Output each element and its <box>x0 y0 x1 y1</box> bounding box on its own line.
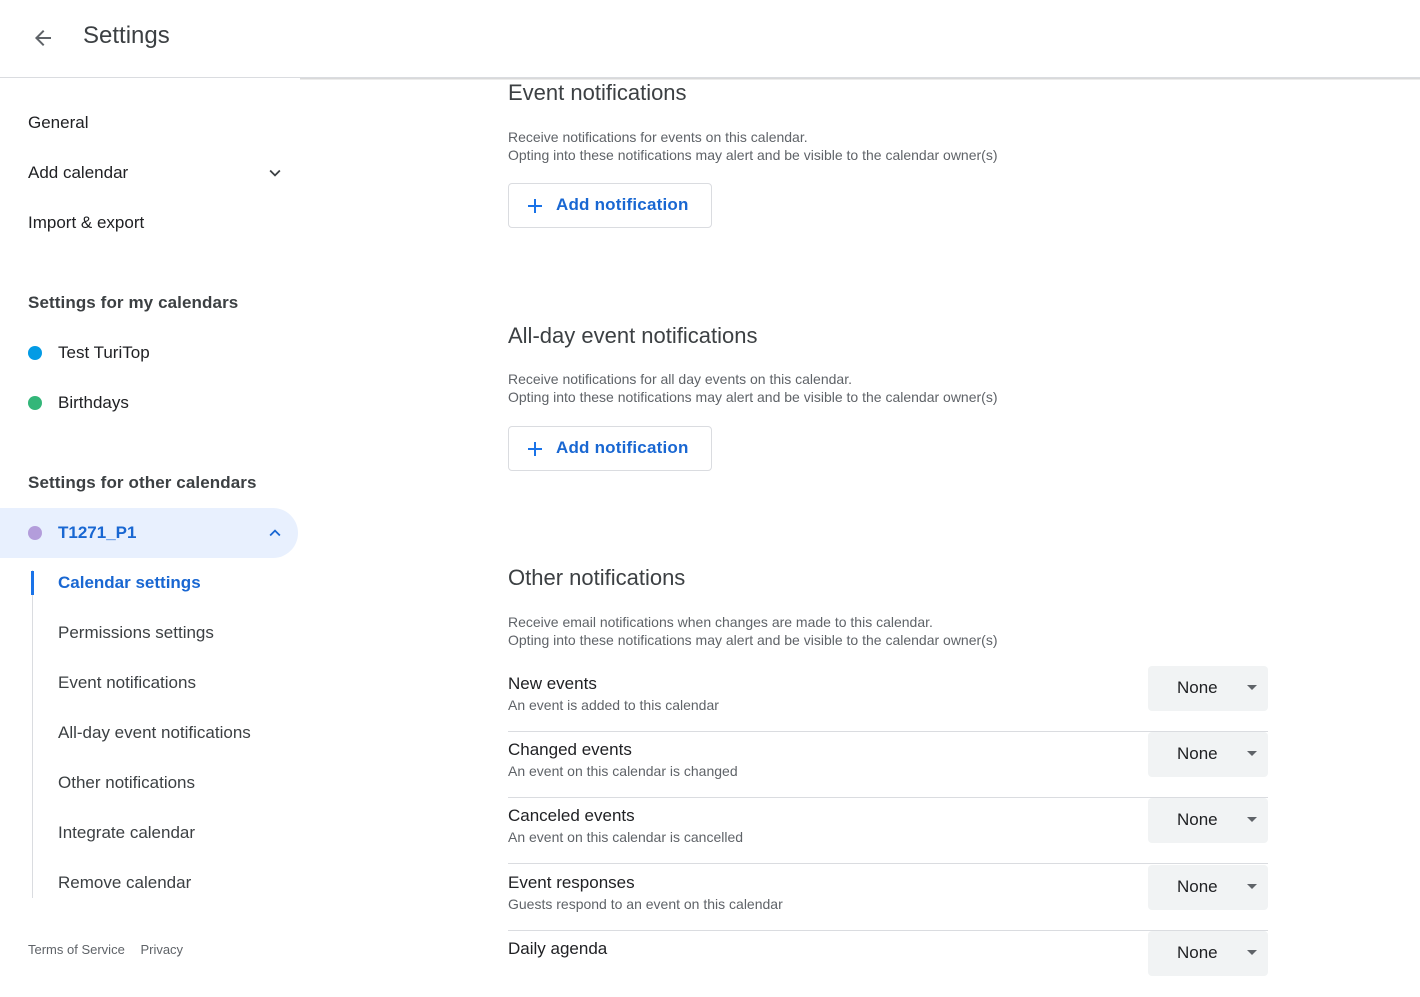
sidebar-calendar-test-turitop[interactable]: Test TuriTop <box>0 328 298 378</box>
sub-item-label: Calendar settings <box>58 573 201 592</box>
calendar-color-dot <box>28 396 42 410</box>
desc-line: Opting into these notifications may aler… <box>508 632 998 648</box>
notif-row-event-responses: Event responses Guests respond to an eve… <box>508 865 1268 931</box>
event-notifications-heading: Event notifications <box>508 80 687 105</box>
allday-notifications-heading: All-day event notifications <box>508 323 758 348</box>
sub-item-label: Permissions settings <box>58 623 214 642</box>
sub-item-label: Remove calendar <box>58 873 192 892</box>
other-notifications-heading: Other notifications <box>508 565 686 590</box>
canceled-events-select[interactable]: None <box>1148 798 1268 843</box>
sub-item-other-notifications[interactable]: Other notifications <box>0 758 298 808</box>
notif-row-new-events: New events An event is added to this cal… <box>508 666 1268 732</box>
sidebar-calendar-t1271-p1[interactable]: T1271_P1 <box>0 508 298 558</box>
sub-item-label: Other notifications <box>58 773 196 792</box>
app-header: Settings <box>0 0 1420 78</box>
changed-events-select[interactable]: None <box>1148 732 1268 777</box>
my-calendars-heading: Settings for my calendars <box>28 293 239 312</box>
sub-item-allday-notifications[interactable]: All-day event notifications <box>0 708 298 758</box>
footer-links: Terms of Service Privacy <box>28 942 195 957</box>
notif-row-title: Event responses <box>508 873 635 892</box>
sub-item-remove-calendar[interactable]: Remove calendar <box>0 858 298 908</box>
button-label: Add notification <box>556 438 689 457</box>
caret-down-icon <box>1247 751 1257 756</box>
select-value: None <box>1177 943 1218 962</box>
button-label: Add notification <box>556 195 689 214</box>
sub-item-event-notifications[interactable]: Event notifications <box>0 658 298 708</box>
other-calendars-heading: Settings for other calendars <box>28 473 257 492</box>
calendar-label: Birthdays <box>58 393 129 412</box>
header-divider <box>300 78 1420 80</box>
select-value: None <box>1177 810 1218 829</box>
daily-agenda-select[interactable]: None <box>1148 931 1268 976</box>
notif-row-desc: Guests respond to an event on this calen… <box>508 896 783 912</box>
sub-item-label: Event notifications <box>58 673 196 692</box>
sidebar-item-general[interactable]: General <box>0 98 298 148</box>
terms-link[interactable]: Terms of Service <box>28 942 125 957</box>
desc-line: Receive notifications for events on this… <box>508 129 808 145</box>
select-value: None <box>1177 877 1218 896</box>
event-responses-select[interactable]: None <box>1148 865 1268 910</box>
event-notifications-desc: Receive notifications for events on this… <box>508 128 998 164</box>
sidebar-item-label: Add calendar <box>28 163 129 182</box>
sub-item-integrate-calendar[interactable]: Integrate calendar <box>0 808 298 858</box>
sidebar-calendar-birthdays[interactable]: Birthdays <box>0 378 298 428</box>
sub-item-label: All-day event notifications <box>58 723 251 742</box>
caret-down-icon <box>1247 817 1257 822</box>
calendar-color-dot <box>28 526 42 540</box>
sub-item-permissions-settings[interactable]: Permissions settings <box>0 608 298 658</box>
calendar-label: Test TuriTop <box>58 343 150 362</box>
notif-row-desc: An event on this calendar is cancelled <box>508 829 744 845</box>
desc-line: Opting into these notifications may aler… <box>508 389 998 405</box>
notif-row-title: Canceled events <box>508 806 635 825</box>
notif-row-canceled-events: Canceled events An event on this calenda… <box>508 798 1268 864</box>
select-value: None <box>1177 678 1218 697</box>
notif-row-title: New events <box>508 674 597 693</box>
sidebar-item-add-calendar[interactable]: Add calendar <box>0 148 298 198</box>
back-button[interactable] <box>22 17 64 59</box>
notif-row-title: Daily agenda <box>508 939 608 958</box>
plus-icon <box>528 199 542 213</box>
sidebar-item-import-export[interactable]: Import & export <box>0 198 298 248</box>
chevron-down-icon <box>269 169 281 177</box>
add-allday-notification-button[interactable]: Add notification <box>508 426 712 471</box>
allday-notifications-desc: Receive notifications for all day events… <box>508 370 998 406</box>
desc-line: Receive notifications for all day events… <box>508 371 852 387</box>
select-value: None <box>1177 744 1218 763</box>
arrow-back-icon <box>35 30 51 46</box>
caret-down-icon <box>1247 884 1257 889</box>
privacy-link[interactable]: Privacy <box>140 942 183 957</box>
sidebar: General Add calendar Import & export Set… <box>0 80 300 957</box>
plus-icon <box>528 442 542 456</box>
calendar-color-dot <box>28 346 42 360</box>
caret-down-icon <box>1247 685 1257 690</box>
desc-line: Opting into these notifications may aler… <box>508 147 998 163</box>
calendar-label: T1271_P1 <box>58 523 137 542</box>
sub-item-label: Integrate calendar <box>58 823 196 842</box>
sidebar-item-label: General <box>28 113 89 132</box>
desc-line: Receive email notifications when changes… <box>508 614 933 630</box>
notif-row-desc: An event on this calendar is changed <box>508 763 738 779</box>
chevron-up-icon <box>269 529 281 537</box>
caret-down-icon <box>1247 950 1257 955</box>
notif-row-daily-agenda: Daily agenda None <box>508 931 1268 997</box>
sub-item-calendar-settings[interactable]: Calendar settings <box>0 558 298 608</box>
notif-row-title: Changed events <box>508 740 632 759</box>
page-title: Settings <box>83 22 170 49</box>
notif-row-desc: An event is added to this calendar <box>508 697 719 713</box>
other-notifications-desc: Receive email notifications when changes… <box>508 613 998 649</box>
add-event-notification-button[interactable]: Add notification <box>508 183 712 228</box>
notif-row-changed-events: Changed events An event on this calendar… <box>508 732 1268 798</box>
sidebar-item-label: Import & export <box>28 213 145 232</box>
new-events-select[interactable]: None <box>1148 666 1268 711</box>
